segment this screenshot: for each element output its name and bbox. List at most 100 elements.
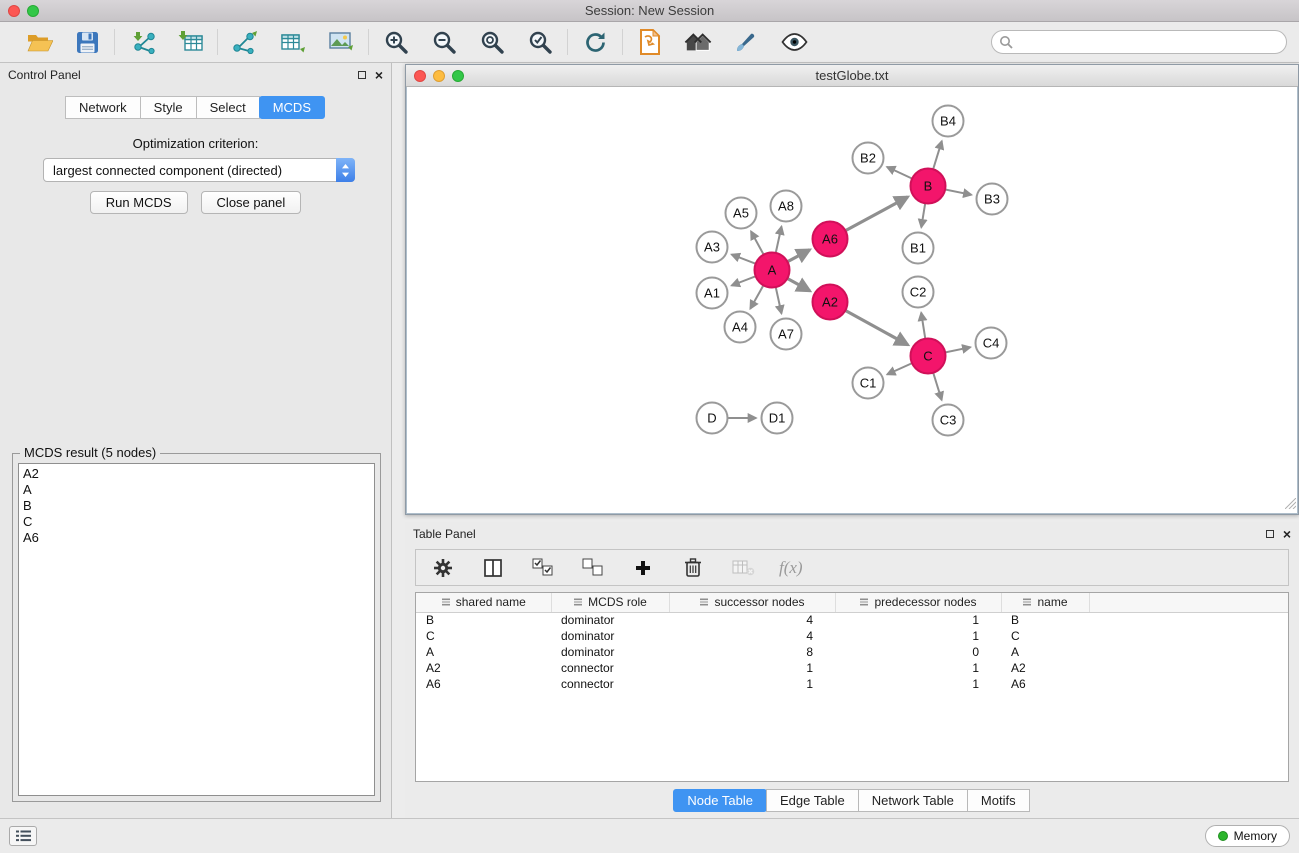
graph-node-A5[interactable]: A5 — [725, 197, 758, 230]
resize-grip-icon[interactable] — [1285, 497, 1296, 512]
zoom-in-icon[interactable] — [382, 28, 410, 56]
tab-node-table[interactable]: Node Table — [673, 789, 767, 812]
table-row[interactable]: A2connector11A2 — [416, 660, 1288, 676]
close-panel-icon[interactable]: × — [375, 70, 383, 80]
search-input[interactable] — [991, 30, 1287, 54]
criterion-select[interactable]: largest connected component (directed) — [43, 158, 355, 182]
graph-node-C1[interactable]: C1 — [852, 367, 885, 400]
close-panel-button[interactable]: Close panel — [201, 191, 302, 214]
graph-node-B4[interactable]: B4 — [932, 105, 965, 138]
graph-node-A3[interactable]: A3 — [696, 231, 729, 264]
control-panel-header: Control Panel × — [0, 63, 391, 87]
criterion-selected-value: largest connected component (directed) — [44, 163, 337, 178]
mcds-result-title: MCDS result (5 nodes) — [20, 445, 160, 460]
graph-node-D1[interactable]: D1 — [761, 402, 794, 435]
mcds-result-item[interactable]: C — [19, 514, 374, 530]
delete-column-icon[interactable] — [679, 554, 707, 582]
graph-node-A[interactable]: A — [754, 252, 791, 289]
graph-node-C3[interactable]: C3 — [932, 404, 965, 437]
mcds-result-item[interactable]: A — [19, 482, 374, 498]
graph-node-A7[interactable]: A7 — [770, 318, 803, 351]
mcds-result-item[interactable]: A6 — [19, 530, 374, 546]
gear-icon[interactable] — [429, 554, 457, 582]
control-panel-title: Control Panel — [8, 68, 81, 82]
export-network-icon[interactable] — [231, 28, 259, 56]
zoom-fit-icon[interactable] — [478, 28, 506, 56]
graph-node-C2[interactable]: C2 — [902, 276, 935, 309]
export-table-icon[interactable] — [279, 28, 307, 56]
vertical-splitter[interactable] — [393, 63, 405, 818]
dropdown-stepper-icon — [336, 158, 355, 182]
function-builder-button[interactable]: f(x) — [779, 558, 803, 578]
table-row[interactable]: Bdominator41B — [416, 612, 1288, 628]
graph-node-B1[interactable]: B1 — [902, 232, 935, 265]
column-header-predecessor-nodes[interactable]: predecessor nodes — [835, 593, 1001, 612]
column-type-icon — [573, 597, 583, 607]
network-window-titlebar: testGlobe.txt — [406, 65, 1298, 87]
table-panel-title: Table Panel — [413, 527, 476, 541]
tab-edge-table[interactable]: Edge Table — [766, 789, 859, 812]
memory-button[interactable]: Memory — [1205, 825, 1290, 847]
select-all-icon[interactable] — [529, 554, 557, 582]
graph-node-B3[interactable]: B3 — [976, 183, 1009, 216]
deselect-all-icon[interactable] — [579, 554, 607, 582]
graph-node-A1[interactable]: A1 — [696, 277, 729, 310]
mcds-result-list[interactable]: A2ABCA6 — [18, 463, 375, 796]
zoom-selected-icon[interactable] — [526, 28, 554, 56]
network-canvas[interactable]: B4 B2 B B3 A8 A5 A6 B1 A3 A A1 C2 A2 A4 A7 C4 C C1 C3 D D1 — [406, 87, 1298, 514]
table-row[interactable]: Adominator80A — [416, 644, 1288, 660]
float-table-panel-icon[interactable] — [1266, 527, 1274, 541]
graph-node-A8[interactable]: A8 — [770, 190, 803, 223]
home-icon[interactable] — [684, 28, 712, 56]
column-header-successor-nodes[interactable]: successor nodes — [669, 593, 835, 612]
tab-select[interactable]: Select — [196, 96, 260, 119]
graph-node-C4[interactable]: C4 — [975, 327, 1008, 360]
tab-network-table[interactable]: Network Table — [858, 789, 968, 812]
open-file-icon[interactable] — [25, 28, 53, 56]
graph-node-C[interactable]: C — [910, 338, 947, 375]
tab-network[interactable]: Network — [65, 96, 141, 119]
eye-icon[interactable] — [780, 28, 808, 56]
tab-style[interactable]: Style — [140, 96, 197, 119]
optimization-criterion-label: Optimization criterion: — [0, 136, 391, 151]
graph-node-B[interactable]: B — [910, 168, 947, 205]
horizontal-splitter[interactable] — [405, 515, 1299, 522]
control-panel: Control Panel × NetworkStyleSelectMCDS O… — [0, 63, 392, 818]
table-toolbar: f(x) — [415, 549, 1289, 586]
show-columns-icon[interactable] — [479, 554, 507, 582]
column-header-name[interactable]: name — [1001, 593, 1089, 612]
graph-node-D[interactable]: D — [696, 402, 729, 435]
style-brush-icon[interactable] — [732, 28, 760, 56]
export-image-icon[interactable] — [327, 28, 355, 56]
refresh-layout-icon[interactable] — [581, 28, 609, 56]
graph-node-A4[interactable]: A4 — [724, 311, 757, 344]
table-panel: Table Panel × — [405, 522, 1299, 818]
tab-motifs[interactable]: Motifs — [967, 789, 1030, 812]
status-bar: Memory — [0, 818, 1299, 853]
column-type-icon — [859, 597, 869, 607]
table-panel-tabs: Node TableEdge TableNetwork TableMotifs — [405, 789, 1299, 812]
table-row[interactable]: Cdominator41C — [416, 628, 1288, 644]
column-header-MCDS-role[interactable]: MCDS role — [551, 593, 669, 612]
graph-node-A2[interactable]: A2 — [812, 284, 849, 321]
graph-node-B2[interactable]: B2 — [852, 142, 885, 175]
mcds-result-item[interactable]: B — [19, 498, 374, 514]
graph-node-A6[interactable]: A6 — [812, 221, 849, 258]
zoom-out-icon[interactable] — [430, 28, 458, 56]
toolbar-search — [991, 30, 1287, 54]
task-history-button[interactable] — [9, 826, 37, 846]
mcds-result-item[interactable]: A2 — [19, 466, 374, 482]
close-table-panel-icon[interactable]: × — [1283, 529, 1291, 539]
document-export-icon[interactable] — [636, 28, 664, 56]
list-icon — [16, 830, 31, 842]
import-network-icon[interactable] — [128, 28, 156, 56]
tab-mcds[interactable]: MCDS — [259, 96, 325, 119]
run-mcds-button[interactable]: Run MCDS — [90, 191, 188, 214]
import-table-icon[interactable] — [176, 28, 204, 56]
add-column-icon[interactable] — [629, 554, 657, 582]
save-session-icon[interactable] — [73, 28, 101, 56]
column-header-shared-name[interactable]: shared name — [416, 593, 551, 612]
table-row[interactable]: A6connector11A6 — [416, 676, 1288, 692]
float-panel-icon[interactable] — [358, 68, 366, 82]
network-window-title: testGlobe.txt — [406, 68, 1298, 83]
